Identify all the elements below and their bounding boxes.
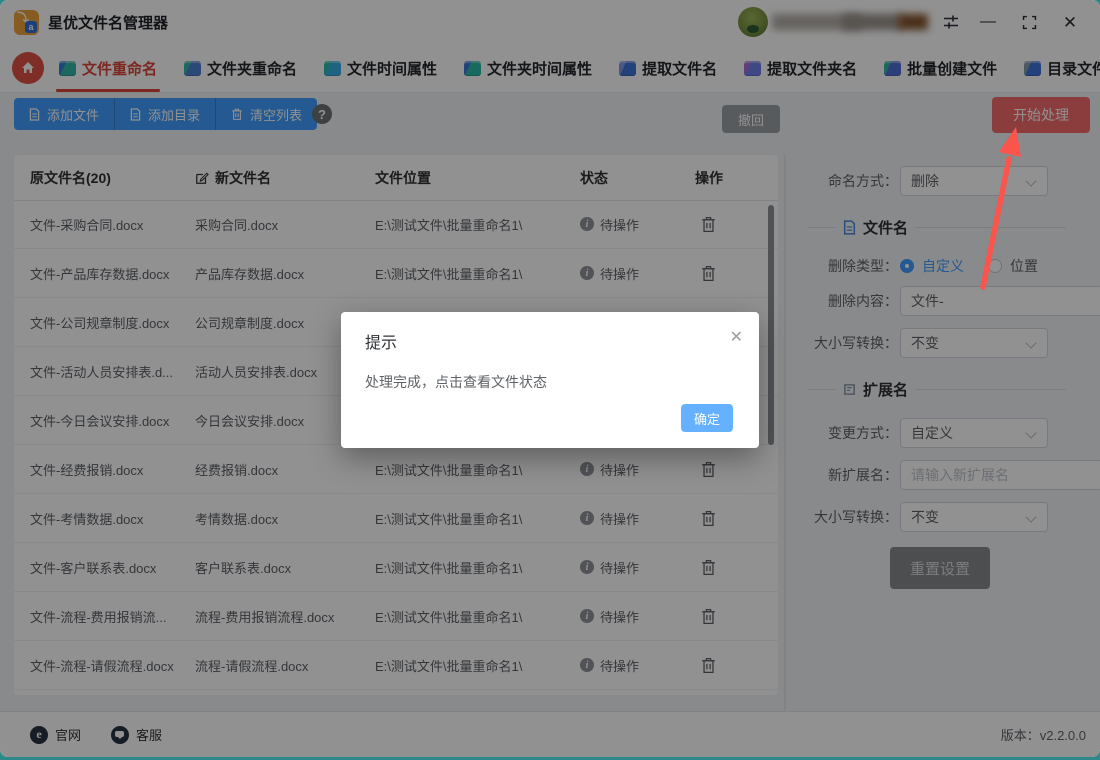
app-window: ⤵ a 星优文件名管理器 — ✕ 文件重命名 文件夹重命名 文件时间属性 文件夹…	[0, 0, 1100, 757]
alert-dialog: 提示 ✕ 处理完成，点击查看文件状态 确定	[341, 312, 759, 448]
dialog-close-icon[interactable]: ✕	[730, 327, 743, 347]
dialog-confirm-button[interactable]: 确定	[681, 404, 733, 432]
dialog-message: 处理完成，点击查看文件状态	[365, 374, 547, 390]
dialog-title: 提示	[365, 335, 398, 352]
